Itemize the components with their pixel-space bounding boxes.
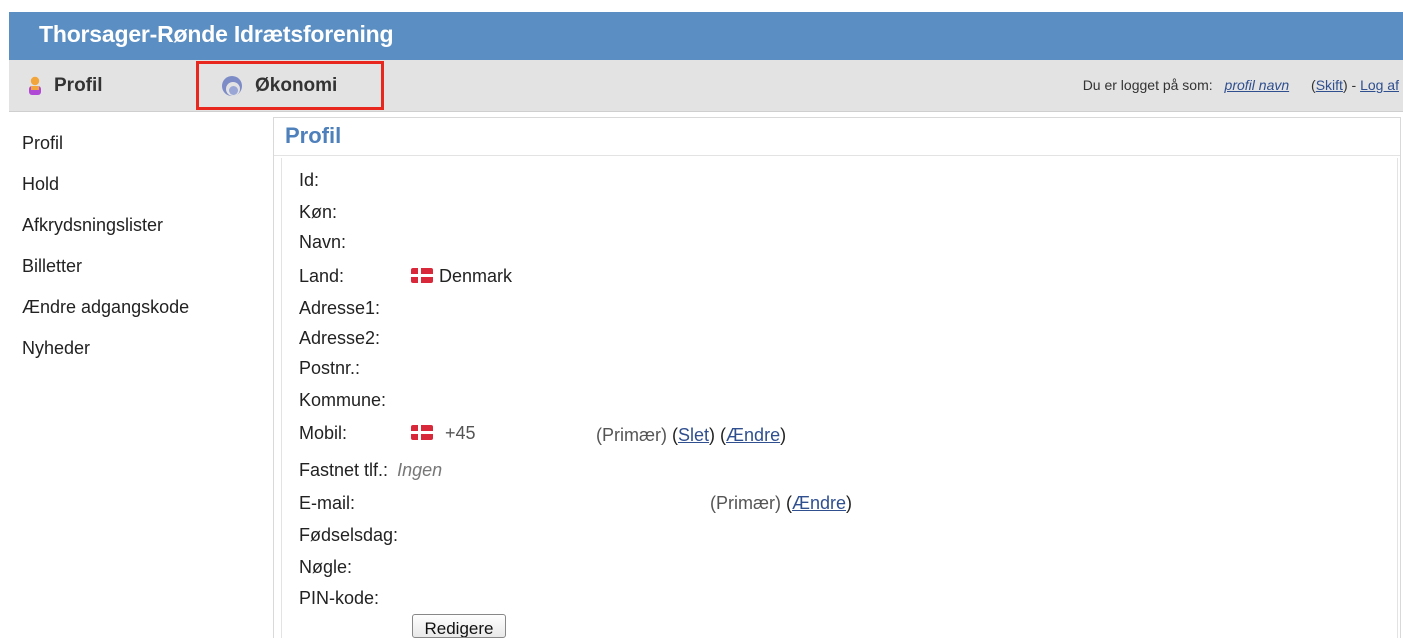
profile-name-link[interactable]: profil navn [1217, 77, 1308, 93]
menu-profil[interactable]: Profil [28, 60, 103, 111]
field-row-email: E-mail: (Primær) (Ændre) [299, 493, 852, 523]
paren-close: ) [846, 493, 853, 513]
denmark-flag-icon [411, 268, 433, 283]
profile-details: Id: Køn: Navn: Land: Denmark Adresse1: A… [281, 158, 1398, 638]
field-row-key: Nøgle: [299, 557, 352, 587]
sidebar-item-hold[interactable]: Hold [22, 169, 189, 210]
login-status: Du er logget på som: profil navn (Skift)… [1083, 77, 1399, 93]
field-label-address2: Adresse2: [299, 328, 381, 348]
login-status-prefix: Du er logget på som: [1082, 77, 1213, 93]
field-label-gender: Køn: [299, 202, 338, 222]
denmark-flag-icon [411, 425, 433, 440]
app-title: Thorsager-Rønde Idrætsforening [39, 21, 394, 47]
app-header: Thorsager-Rønde Idrætsforening [9, 12, 1403, 60]
menu-profil-label: Profil [54, 74, 103, 96]
field-row-id: Id: [299, 170, 319, 200]
field-label-mobile: Mobil: [299, 423, 348, 443]
field-label-id: Id: [299, 170, 320, 190]
edit-profile-button[interactable]: Redigere [412, 614, 506, 638]
field-label-landline: Fastnet tlf.: [299, 460, 389, 480]
field-row-birthday: Fødselsdag: [299, 525, 398, 555]
field-label-key: Nøgle: [299, 557, 353, 577]
top-menu-bar: Profil Økonomi Du er logget på som: prof… [9, 60, 1403, 112]
field-label-municipality: Kommune: [299, 390, 387, 410]
paren-close: ) [709, 425, 716, 445]
economy-logo-icon [221, 75, 243, 97]
mobile-actions: (Primær) (Slet) (Ændre) [596, 425, 786, 446]
profile-panel: Profil Id: Køn: Navn: Land: Denmark Adre… [273, 117, 1401, 638]
field-row-mobile: Mobil: +45 (Primær) (Slet) (Ændre) [299, 423, 786, 453]
field-row-address2: Adresse2: [299, 328, 380, 358]
email-change-link[interactable]: Ændre [792, 493, 846, 513]
field-label-email: E-mail: [299, 493, 356, 513]
sidebar-item-afkrydsningslister[interactable]: Afkrydsningslister [22, 210, 189, 251]
field-row-name: Navn: [299, 232, 346, 262]
field-label-name: Navn: [299, 232, 347, 252]
country-name: Denmark [439, 266, 513, 286]
mobile-change-link[interactable]: Ændre [726, 425, 780, 445]
field-row-pin: PIN-kode: [299, 588, 379, 618]
page-title: Profil [285, 123, 342, 148]
menu-okonomi[interactable]: Økonomi [196, 61, 384, 110]
sidebar-item-profil[interactable]: Profil [22, 128, 189, 169]
field-row-country: Land: Denmark [299, 266, 512, 296]
paren-close: ) [780, 425, 787, 445]
mobile-value: +45 [411, 423, 476, 444]
sidebar-item-aendre-adgangskode[interactable]: Ændre adgangskode [22, 292, 189, 333]
mobile-primary-label: (Primær) [596, 425, 667, 445]
menu-okonomi-label: Økonomi [255, 74, 338, 96]
country-value: Denmark [411, 266, 512, 287]
field-row-municipality: Kommune: [299, 390, 386, 420]
logout-link[interactable]: Log af [1360, 77, 1399, 93]
field-label-country: Land: [299, 266, 345, 286]
landline-value: Ingen [397, 460, 443, 480]
email-primary-label: (Primær) [710, 493, 781, 513]
sidebar: Profil Hold Afkrydsningslister Billetter… [22, 128, 189, 374]
switch-link[interactable]: Skift [1316, 77, 1343, 93]
profile-panel-header: Profil [274, 118, 1400, 156]
mobile-delete-link[interactable]: Slet [678, 425, 709, 445]
field-label-pin: PIN-kode: [299, 588, 380, 608]
field-row-gender: Køn: [299, 202, 337, 232]
field-row-postcode: Postnr.: [299, 358, 360, 388]
email-actions: (Primær) (Ændre) [710, 493, 852, 514]
field-label-postcode: Postnr.: [299, 358, 361, 378]
sidebar-item-nyheder[interactable]: Nyheder [22, 333, 189, 374]
user-icon [28, 76, 42, 96]
field-label-address1: Adresse1: [299, 298, 381, 318]
status-separator: - [1347, 77, 1361, 93]
mobile-country-code: +45 [445, 423, 476, 443]
field-row-landline: Fastnet tlf.: Ingen [299, 460, 442, 490]
field-label-birthday: Fødselsdag: [299, 525, 399, 545]
field-row-address1: Adresse1: [299, 298, 380, 328]
sidebar-item-billetter[interactable]: Billetter [22, 251, 189, 292]
